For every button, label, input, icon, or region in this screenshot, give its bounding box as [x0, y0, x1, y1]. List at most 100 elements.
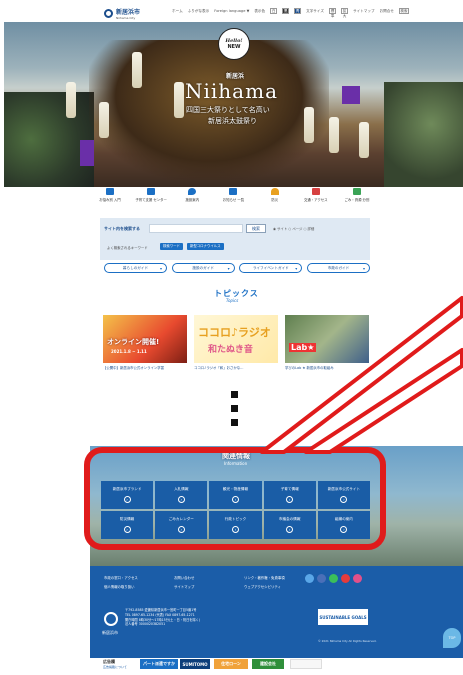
footer-links: 市政の窓口・アクセス お問い合わせ リンク・著作権・免責事項 個人情報の取り扱い…: [104, 575, 324, 589]
category-living[interactable]: 暮らしのガイド: [104, 263, 167, 273]
topic-card-headline: Lab★: [289, 343, 317, 352]
topic-card-headline: オンライン開催!: [107, 338, 160, 346]
sns-icons: [305, 574, 362, 583]
site-search-button[interactable]: 検索: [246, 224, 266, 233]
instagram-icon[interactable]: [353, 574, 362, 583]
topic-card-date: 2021.1.8 ~ 1.11: [111, 349, 147, 354]
quick-link-label: 防災: [271, 198, 279, 202]
topic-card-headline: ココロ♪ラジオ: [198, 326, 271, 339]
font-large-toggle[interactable]: 拡大: [341, 8, 348, 18]
sdgs-banner[interactable]: SUSTAINABLE GOALS: [318, 609, 368, 625]
line-icon[interactable]: [329, 574, 338, 583]
highlight-frame: [84, 447, 386, 550]
quick-link-label: お知らせ 一覧: [222, 198, 245, 202]
twitter-icon[interactable]: [305, 574, 314, 583]
keyword-chip[interactable]: 新型コロナウイルス: [187, 243, 224, 250]
purple-banner: [342, 86, 360, 104]
tassel: [329, 117, 339, 153]
ad-banner-logo[interactable]: [290, 659, 322, 669]
topic-card[interactable]: ココロ♪ラジオ 和たぬき音: [194, 315, 278, 363]
purple-banner: [80, 140, 94, 166]
ellipsis-dots: [231, 391, 238, 426]
search-title: サイト内を検索する: [104, 226, 140, 231]
color-blue-toggle[interactable]: 青: [294, 8, 302, 14]
contact-link[interactable]: お問合せ: [380, 9, 394, 14]
topic-card-caption[interactable]: 学びのLab ★ 新居浜市の取組み: [285, 365, 369, 370]
quick-link[interactable]: ごみ・資源 分別: [342, 188, 372, 208]
tassel: [66, 82, 76, 118]
quick-link[interactable]: 子育て支援 センター: [135, 188, 167, 208]
youtube-icon[interactable]: [341, 574, 350, 583]
page-top-button[interactable]: TOP: [443, 628, 461, 648]
badge-line2: NEW: [227, 44, 241, 50]
hero-festival: 新居浜太鼓祭り: [208, 117, 257, 125]
family-icon: [147, 188, 156, 195]
color-white-toggle[interactable]: 白: [270, 8, 278, 14]
hero-city: Niihama: [185, 79, 278, 103]
quick-link-label: 子育て支援 センター: [135, 198, 167, 202]
display-color-label: 表示色: [254, 8, 266, 13]
nav-home[interactable]: ホーム: [172, 9, 183, 14]
font-normal-toggle[interactable]: 標準: [329, 8, 336, 18]
ad-info-link[interactable]: 広告掲載について: [103, 665, 127, 669]
site-search-input[interactable]: [149, 224, 243, 233]
keyword-label: よく検索されるキーワード: [107, 246, 148, 250]
footer-city-name: 新居浜市: [102, 630, 118, 635]
ad-banner[interactable]: パート派遣ですか: [140, 659, 178, 669]
recycle-icon: [352, 188, 361, 195]
tassel: [132, 52, 142, 88]
person-icon: [106, 188, 114, 195]
keyword-chip[interactable]: 検索ワード: [160, 243, 183, 250]
footer-link[interactable]: サイトマップ: [174, 584, 244, 589]
category-govt[interactable]: 市政のガイド: [306, 263, 370, 273]
ad-banner[interactable]: SUMITOMO: [180, 659, 210, 669]
city-sub: Niihama City: [116, 16, 136, 20]
site-logo[interactable]: 新居浜市 Niihama City: [104, 7, 140, 20]
footer-link[interactable]: 市政の窓口・アクセス: [104, 575, 174, 580]
footer-link[interactable]: お問い合わせ: [174, 575, 244, 580]
facebook-icon[interactable]: [317, 574, 326, 583]
tassel: [99, 102, 109, 138]
search-scope-options[interactable]: ◉ サイト ○ ページ ○ 詳細: [273, 226, 314, 231]
quick-link-label: 交通・アクセス: [303, 198, 328, 202]
top-nav: ホーム ふりがな表示 Foreign language ▼ 表示色 白 黒 青 …: [172, 8, 409, 18]
topic-card[interactable]: Lab★: [285, 315, 369, 363]
ad-banner[interactable]: 建設会社: [252, 659, 284, 669]
footer-link[interactable]: ウェブアクセシビリティ: [244, 584, 324, 589]
nav-furigana[interactable]: ふりがな表示: [188, 9, 210, 14]
address-line: 法人番号 3000020382051: [125, 622, 166, 627]
category-lifeevent[interactable]: ライフイベントガイド: [239, 263, 303, 273]
quick-link-label: お悩み別 入門: [99, 198, 121, 202]
quick-link[interactable]: お悩み別 入門: [95, 188, 125, 208]
ad-banner[interactable]: 住宅ローン: [214, 659, 248, 669]
footer-emblem-icon: [104, 612, 118, 626]
bus-icon: [311, 188, 320, 195]
color-black-toggle[interactable]: 黒: [282, 8, 290, 14]
nav-language[interactable]: Foreign language ▼: [214, 9, 249, 13]
city-emblem-icon: [104, 9, 113, 18]
copyright: © 2021 Niihama City All Rights Reserved.: [318, 639, 377, 643]
quick-link[interactable]: 施設案内: [177, 188, 207, 208]
tassel: [304, 107, 314, 143]
topic-card-caption[interactable]: ココロ♪ラジオ「和」おさかな...: [194, 365, 278, 370]
category-facility[interactable]: 施設のガイド: [171, 263, 235, 273]
header-search-button[interactable]: 検索: [398, 8, 409, 14]
crowd-right: [384, 82, 463, 187]
category-row: 暮らしのガイド 施設のガイド ライフイベントガイド 市政のガイド: [104, 263, 370, 273]
quick-link[interactable]: お知らせ 一覧: [218, 188, 248, 208]
list-icon: [229, 188, 238, 195]
topic-card[interactable]: オンライン開催! 2021.1.8 ~ 1.11: [103, 315, 187, 363]
footer-link[interactable]: 個人情報の取り扱い: [104, 584, 174, 589]
quick-link[interactable]: 交通・アクセス: [301, 188, 331, 208]
sitemap-link[interactable]: サイトマップ: [353, 9, 375, 14]
topics-subtitle: Topics: [226, 298, 239, 303]
footer-address: 〒792-8585 愛媛県新居浜市一宮町一丁目5番1号 TEL 0897-65-…: [125, 608, 200, 627]
topic-card-caption[interactable]: 【公開中】新居浜市公式オンライン学習: [103, 365, 187, 370]
quick-icon-bar: お悩み別 入門 子育て支援 センター 施設案内 お知らせ 一覧 防災 交通・アク…: [95, 188, 372, 208]
topic-card-sub: 和たぬき音: [208, 345, 253, 355]
umbrella-icon: [270, 188, 279, 195]
quick-link[interactable]: 防災: [260, 188, 290, 208]
city-name: 新居浜市: [116, 9, 141, 16]
address-line: TEL 0897-65-1234 (代表) FAX 0897-65-1271: [125, 612, 195, 617]
hero-tagline: 四国三大祭りとして名高い: [186, 106, 270, 114]
